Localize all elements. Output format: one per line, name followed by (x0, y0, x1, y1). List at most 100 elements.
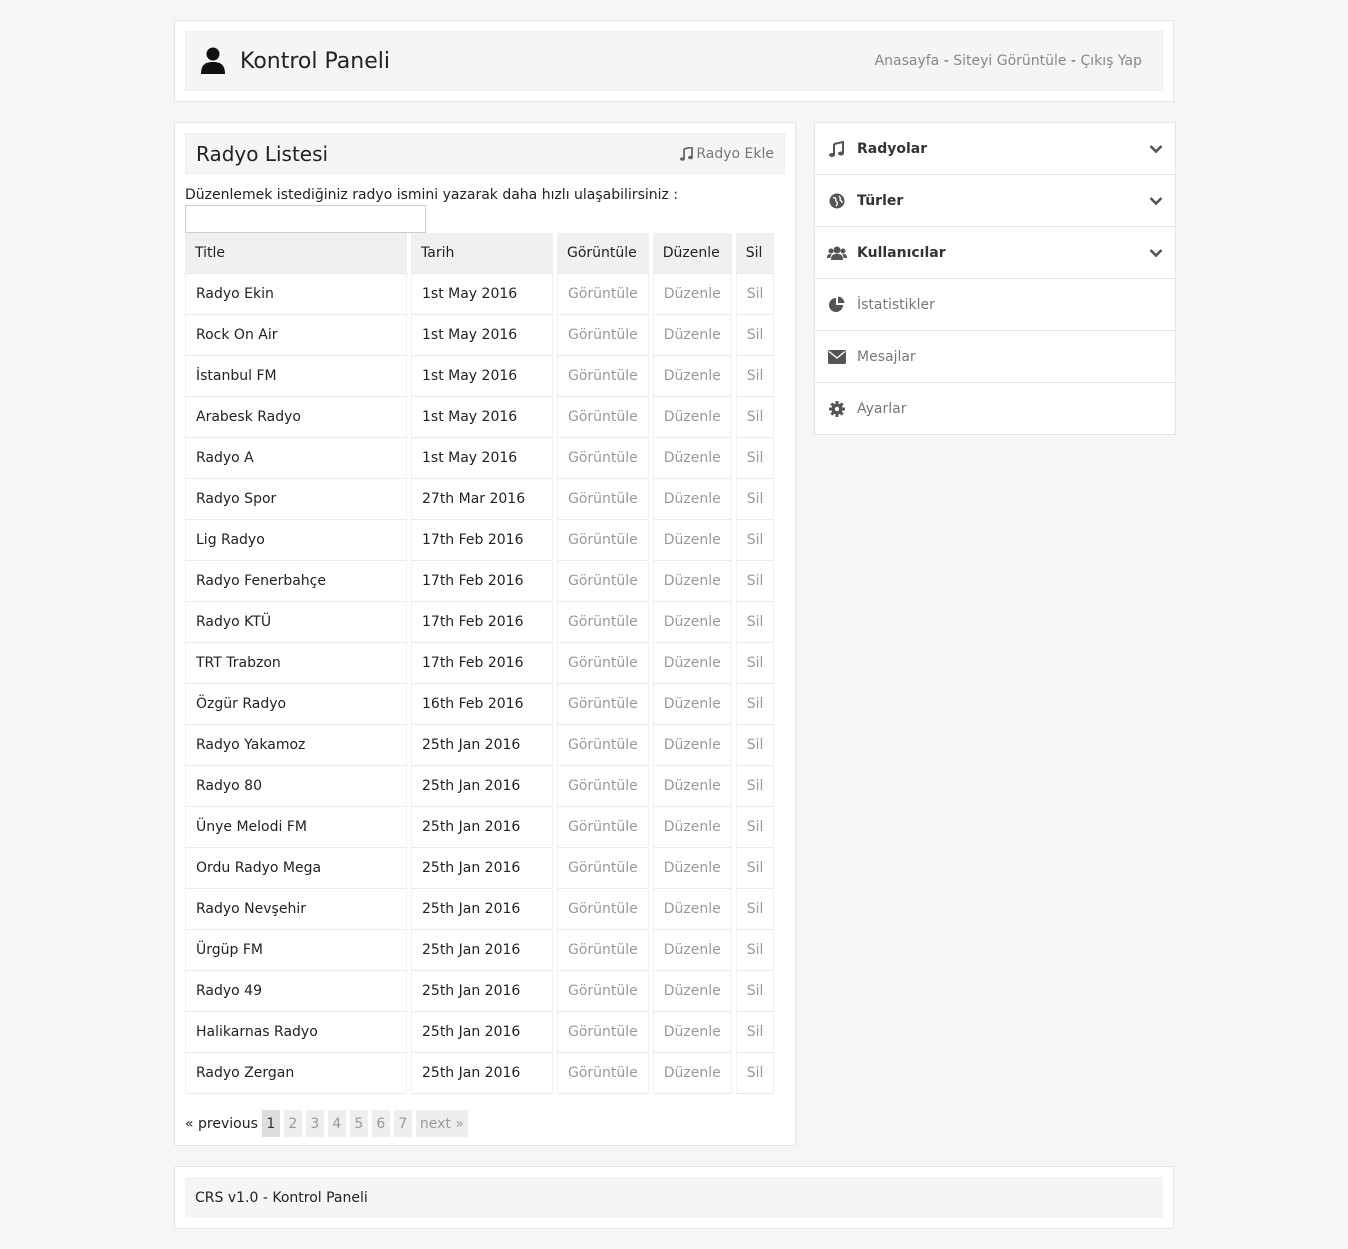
edit-link[interactable]: Düzenle (652, 971, 732, 1012)
radio-title-cell: Radyo Ekin (185, 274, 407, 315)
edit-link[interactable]: Düzenle (652, 766, 732, 807)
delete-link[interactable]: Sil (735, 1012, 775, 1053)
edit-link[interactable]: Düzenle (652, 561, 732, 602)
edit-link[interactable]: Düzenle (652, 356, 732, 397)
edit-link[interactable]: Düzenle (652, 725, 732, 766)
sidebar-item-label: Ayarlar (857, 401, 907, 417)
edit-link[interactable]: Düzenle (652, 602, 732, 643)
edit-link[interactable]: Düzenle (652, 848, 732, 889)
column-header-edit: Düzenle (652, 233, 732, 274)
add-radio-button[interactable]: Radyo Ekle (680, 146, 774, 162)
view-link[interactable]: Görüntüle (557, 438, 649, 479)
edit-link[interactable]: Düzenle (652, 1012, 732, 1053)
delete-link[interactable]: Sil (735, 602, 775, 643)
view-link[interactable]: Görüntüle (557, 397, 649, 438)
edit-link[interactable]: Düzenle (652, 1053, 732, 1094)
delete-link[interactable]: Sil (735, 1053, 775, 1094)
delete-link[interactable]: Sil (735, 971, 775, 1012)
delete-link[interactable]: Sil (735, 930, 775, 971)
column-header-title[interactable]: Title (185, 233, 407, 274)
edit-link[interactable]: Düzenle (652, 397, 732, 438)
edit-link[interactable]: Düzenle (652, 684, 732, 725)
delete-link[interactable]: Sil (735, 397, 775, 438)
edit-link[interactable]: Düzenle (652, 438, 732, 479)
sidebar-item-radyolar[interactable]: Radyolar (815, 123, 1175, 175)
view-link[interactable]: Görüntüle (557, 643, 649, 684)
sidebar-item-ayarlar[interactable]: Ayarlar (815, 383, 1175, 435)
view-link[interactable]: Görüntüle (557, 971, 649, 1012)
view-link[interactable]: Görüntüle (557, 684, 649, 725)
delete-link[interactable]: Sil (735, 807, 775, 848)
radio-title-cell: Radyo Fenerbahçe (185, 561, 407, 602)
view-link[interactable]: Görüntüle (557, 602, 649, 643)
delete-link[interactable]: Sil (735, 848, 775, 889)
page-1[interactable]: 1 (261, 1110, 280, 1137)
delete-link[interactable]: Sil (735, 766, 775, 807)
view-link[interactable]: Görüntüle (557, 356, 649, 397)
radio-date-cell: 1st May 2016 (411, 438, 553, 479)
edit-link[interactable]: Düzenle (652, 274, 732, 315)
view-link[interactable]: Görüntüle (557, 766, 649, 807)
page-4[interactable]: 4 (327, 1110, 346, 1137)
sidebar-item-kullanicilar[interactable]: Kullanıcılar (815, 227, 1175, 279)
view-link[interactable]: Görüntüle (557, 561, 649, 602)
view-link[interactable]: Görüntüle (557, 274, 649, 315)
view-link[interactable]: Görüntüle (557, 1012, 649, 1053)
view-link[interactable]: Görüntüle (557, 807, 649, 848)
view-site-link[interactable]: Siteyi Görüntüle (953, 53, 1066, 69)
chevron-down-icon (1149, 248, 1163, 257)
edit-link[interactable]: Düzenle (652, 520, 732, 561)
view-link[interactable]: Görüntüle (557, 889, 649, 930)
sidebar-item-turler[interactable]: Türler (815, 175, 1175, 227)
sidebar-item-istatistikler[interactable]: İstatistikler (815, 279, 1175, 331)
edit-link[interactable]: Düzenle (652, 889, 732, 930)
table-row: Radyo Ekin 1st May 2016 Görüntüle Düzenle Si… (185, 274, 775, 315)
delete-link[interactable]: Sil (735, 684, 775, 725)
delete-link[interactable]: Sil (735, 274, 775, 315)
page-3[interactable]: 3 (305, 1110, 324, 1137)
view-link[interactable]: Görüntüle (557, 479, 649, 520)
radio-date-cell: 1st May 2016 (411, 397, 553, 438)
view-link[interactable]: Görüntüle (557, 315, 649, 356)
delete-link[interactable]: Sil (735, 725, 775, 766)
table-row: Arabesk Radyo 1st May 2016 Görüntüle Düzenl… (185, 397, 775, 438)
radio-date-cell: 25th Jan 2016 (411, 889, 553, 930)
view-link[interactable]: Görüntüle (557, 848, 649, 889)
next-page[interactable]: next » (415, 1110, 468, 1137)
delete-link[interactable]: Sil (735, 479, 775, 520)
edit-link[interactable]: Düzenle (652, 807, 732, 848)
home-link[interactable]: Anasayfa (875, 53, 940, 69)
page-7[interactable]: 7 (393, 1110, 412, 1137)
column-header-date[interactable]: Tarih (411, 233, 553, 274)
users-icon (827, 243, 847, 263)
delete-link[interactable]: Sil (735, 315, 775, 356)
edit-link[interactable]: Düzenle (652, 315, 732, 356)
edit-link[interactable]: Düzenle (652, 643, 732, 684)
delete-link[interactable]: Sil (735, 643, 775, 684)
table-row: Özgür Radyo 16th Feb 2016 Görüntüle Düzenle… (185, 684, 775, 725)
radio-title-cell: Halikarnas Radyo (185, 1012, 407, 1053)
table-row: Radyo Spor 27th Mar 2016 Görüntüle Düzenle S… (185, 479, 775, 520)
radio-title-cell: TRT Trabzon (185, 643, 407, 684)
radio-title-cell: Ünye Melodi FM (185, 807, 407, 848)
delete-link[interactable]: Sil (735, 438, 775, 479)
view-link[interactable]: Görüntüle (557, 725, 649, 766)
view-link[interactable]: Görüntüle (557, 930, 649, 971)
edit-link[interactable]: Düzenle (652, 930, 732, 971)
delete-link[interactable]: Sil (735, 889, 775, 930)
page-5[interactable]: 5 (349, 1110, 368, 1137)
sidebar-item-mesajlar[interactable]: Mesajlar (815, 331, 1175, 383)
page-2[interactable]: 2 (283, 1110, 302, 1137)
page-6[interactable]: 6 (371, 1110, 390, 1137)
search-label: Düzenlemek istediğiniz radyo ismini yaza… (185, 187, 679, 203)
pagination: « previous 1 2 3 4 5 6 7 next » (185, 1110, 468, 1137)
view-link[interactable]: Görüntüle (557, 520, 649, 561)
logout-link[interactable]: Çıkış Yap (1081, 53, 1143, 69)
search-input[interactable] (185, 205, 426, 233)
delete-link[interactable]: Sil (735, 520, 775, 561)
delete-link[interactable]: Sil (735, 561, 775, 602)
delete-link[interactable]: Sil (735, 356, 775, 397)
page-title: Kontrol Paneli (240, 48, 390, 74)
edit-link[interactable]: Düzenle (652, 479, 732, 520)
view-link[interactable]: Görüntüle (557, 1053, 649, 1094)
